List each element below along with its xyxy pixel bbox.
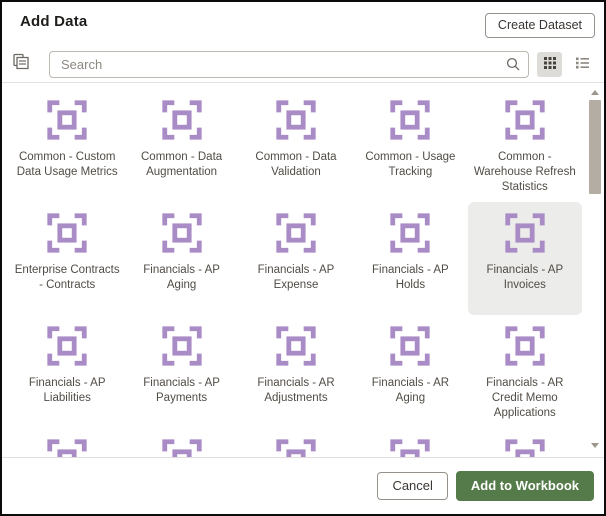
scrollbar-thumb[interactable] [589, 100, 601, 194]
dialog-footer: Cancel Add to Workbook [2, 457, 604, 514]
dataset-icon [273, 323, 319, 369]
dataset-tile-label: Financials - AP Liabilities [28, 377, 106, 404]
dataset-icon [502, 323, 548, 369]
search-input[interactable] [49, 50, 529, 78]
dataset-icon [387, 97, 433, 143]
dataset-icon [44, 323, 90, 369]
add-to-workbook-button[interactable]: Add to Workbook [455, 471, 594, 501]
dataset-icon [273, 436, 319, 457]
dataset-icon [273, 210, 319, 256]
dataset-icon [387, 323, 433, 369]
list-view-icon [575, 56, 590, 73]
dataset-icon [159, 323, 205, 369]
dataset-tile[interactable] [124, 428, 238, 457]
dataset-icon [387, 210, 433, 256]
dataset-tile[interactable]: Financials - AR Adjustments [239, 315, 353, 428]
dataset-tile-label: Financials - AP Holds [372, 264, 449, 291]
grid-view-icon [543, 56, 557, 73]
dataset-tile[interactable]: Enterprise Contracts - Contracts [10, 202, 124, 315]
dialog-header: Add Data Create Dataset [2, 2, 604, 46]
toolbar [2, 46, 604, 82]
scroll-down-icon[interactable] [591, 443, 599, 448]
dataset-grid-viewport: Common - Custom Data Usage Metrics Commo… [2, 83, 604, 457]
cancel-button[interactable]: Cancel [377, 472, 448, 500]
dataset-tile[interactable]: Common - Warehouse Refresh Statistics [468, 89, 582, 202]
dataset-tile-label: Enterprise Contracts - Contracts [14, 264, 120, 291]
add-data-dialog: Add Data Create Dataset Search Common - … [0, 0, 606, 516]
dataset-tile[interactable]: Financials - AP Liabilities [10, 315, 124, 428]
dataset-tile-label: Financials - AP Payments [143, 377, 220, 404]
dataset-tile[interactable] [239, 428, 353, 457]
dataset-grid: Common - Custom Data Usage Metrics Commo… [2, 83, 604, 457]
dataset-tile[interactable] [10, 428, 124, 457]
dataset-icon [159, 436, 205, 457]
dataset-icon [44, 210, 90, 256]
dataset-tile[interactable] [353, 428, 467, 457]
dataset-icon [273, 97, 319, 143]
dataset-tile-label: Common - Custom Data Usage Metrics [16, 151, 118, 178]
dataset-icon [502, 436, 548, 457]
dataset-tile-label: Common - Usage Tracking [365, 151, 456, 178]
dataset-tile[interactable]: Common - Data Augmentation [124, 89, 238, 202]
search-icon [505, 56, 521, 77]
dataset-tile[interactable]: Financials - AP Holds [353, 202, 467, 315]
dataset-tile-label: Financials - AR Adjustments [257, 377, 335, 404]
dataset-icon [159, 97, 205, 143]
dataset-tile[interactable]: Common - Data Validation [239, 89, 353, 202]
dataset-icon [159, 210, 205, 256]
dataset-tile-label: Financials - AR Aging [371, 377, 450, 404]
list-view-toggle[interactable] [570, 52, 595, 77]
dataset-tile[interactable]: Common - Usage Tracking [353, 89, 467, 202]
search-container [49, 50, 529, 78]
dataset-tile[interactable]: Financials - AR Aging [353, 315, 467, 428]
dataset-tile[interactable]: Financials - AR Credit Memo Applications [468, 315, 582, 428]
page-title: Add Data [20, 13, 88, 30]
dataset-tile[interactable]: Common - Custom Data Usage Metrics [10, 89, 124, 202]
dataset-tile[interactable] [468, 428, 582, 457]
dataset-icon [44, 97, 90, 143]
vertical-scrollbar[interactable] [588, 83, 602, 457]
dataset-icon [387, 436, 433, 457]
dataset-tile-label: Common - Warehouse Refresh Statistics [473, 151, 576, 193]
dataset-tile-label: Common - Data Augmentation [141, 151, 223, 178]
create-dataset-button[interactable]: Create Dataset [484, 13, 595, 38]
dataset-icon [44, 436, 90, 457]
dataset-icon [502, 210, 548, 256]
dataset-icon [502, 97, 548, 143]
scroll-up-icon[interactable] [591, 90, 599, 95]
dataset-tile[interactable]: Financials - AP Aging [124, 202, 238, 315]
dataset-tile[interactable]: Financials - AP Expense [239, 202, 353, 315]
dataset-source-picker[interactable] [12, 53, 41, 76]
dataset-tile-label: Financials - AR Credit Memo Applications [486, 377, 564, 419]
dataset-tile[interactable]: Financials - AP Payments [124, 315, 238, 428]
grid-view-toggle[interactable] [537, 51, 562, 77]
dataset-tile[interactable]: Financials - AP Invoices [467, 202, 582, 315]
dataset-source-picker-icon [12, 53, 30, 76]
dataset-tile-label: Financials - AP Invoices [486, 264, 564, 291]
dataset-tile-label: Financials - AP Expense [257, 264, 335, 291]
dataset-tile-label: Financials - AP Aging [143, 264, 220, 291]
dataset-tile-label: Common - Data Validation [255, 151, 337, 178]
